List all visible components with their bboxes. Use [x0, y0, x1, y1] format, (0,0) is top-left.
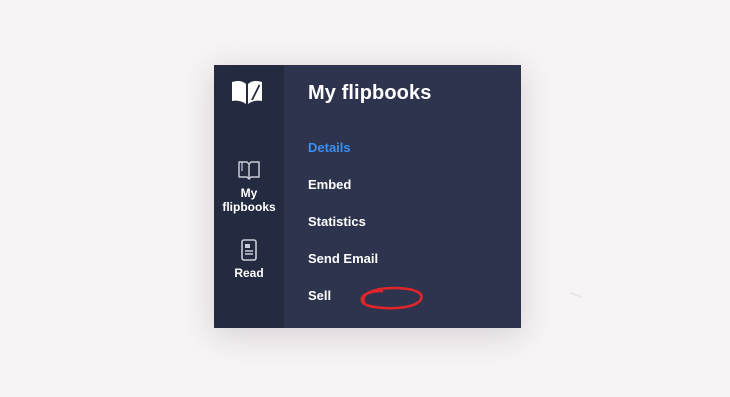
rail-item-read[interactable]: Read — [214, 239, 284, 280]
flipbook-menu: Details Embed Statistics Send Email Sell — [308, 141, 378, 326]
rail-item-label: flipbooks — [222, 200, 276, 214]
flipbooks-panel: My flipbooks Details Embed Statistics Se… — [284, 65, 521, 328]
rail-item-my-flipbooks[interactable]: My flipbooks — [214, 159, 284, 214]
icon-rail: My flipbooks Read — [214, 65, 284, 328]
rail-item-label: My — [240, 186, 258, 200]
menu-item-statistics[interactable]: Statistics — [308, 215, 378, 252]
menu-item-sell[interactable]: Sell — [308, 289, 378, 326]
logo-icon[interactable] — [230, 79, 264, 105]
rail-item-label: Read — [234, 266, 264, 280]
document-icon — [241, 239, 257, 261]
open-book-icon — [238, 161, 260, 180]
flipbook-sidebar-card: My flipbooks Read My flipbooks Details E… — [214, 65, 521, 328]
menu-item-details[interactable]: Details — [308, 141, 378, 178]
menu-item-send-email[interactable]: Send Email — [308, 252, 378, 289]
cursor-speck — [570, 292, 582, 298]
panel-title: My flipbooks — [308, 82, 432, 104]
menu-item-embed[interactable]: Embed — [308, 178, 378, 215]
